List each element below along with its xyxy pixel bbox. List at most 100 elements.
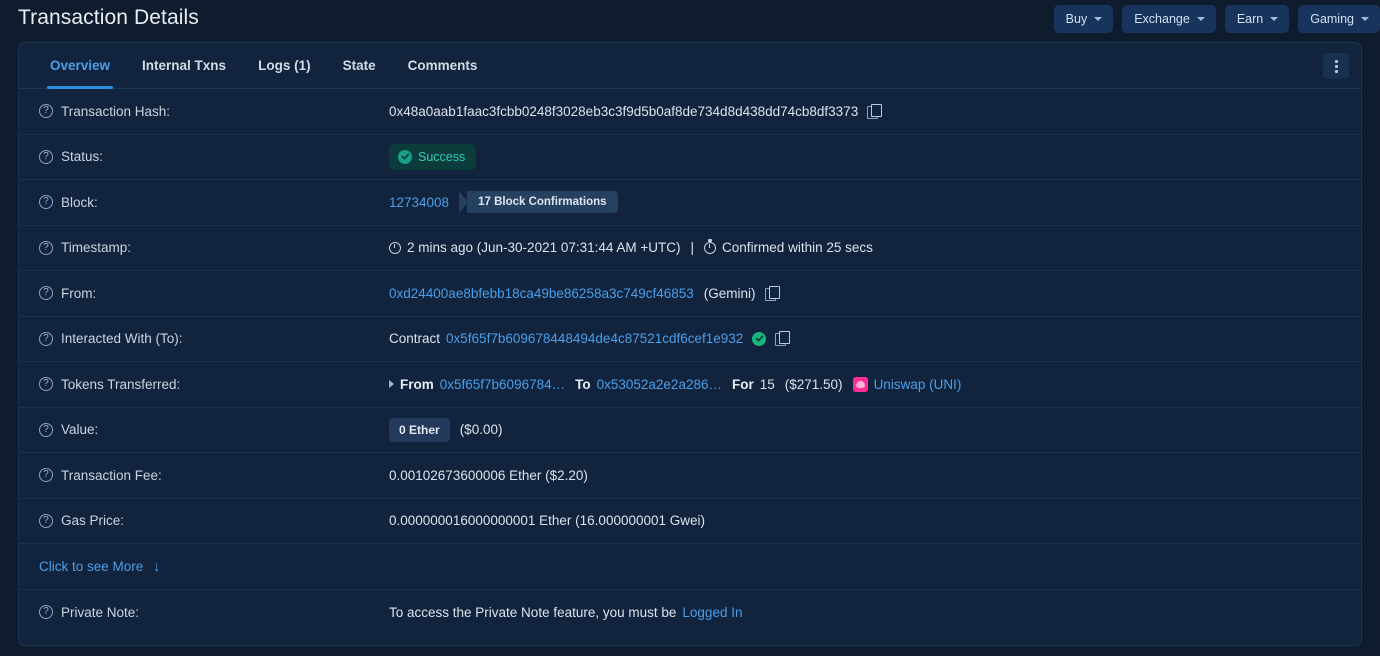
uniswap-token-icon [852, 376, 868, 392]
nav-button-label: Exchange [1134, 12, 1190, 26]
row-value: 0.000000016000000001 Ether (16.000000001… [389, 513, 1361, 528]
block-confirmations: 17 Block Confirmations [459, 191, 618, 214]
row-label: ? From: [39, 286, 389, 301]
verified-contract-icon [752, 331, 767, 346]
top-nav-buttons: Buy Exchange Earn Gaming [1053, 5, 1380, 33]
help-icon[interactable]: ? [39, 468, 53, 483]
tab-state[interactable]: State [327, 43, 392, 88]
copy-icon[interactable] [867, 103, 883, 119]
row-label: ? Transaction Hash: [39, 104, 389, 119]
chevron-down-icon [1361, 17, 1369, 21]
row-label-text: From: [61, 285, 97, 301]
row-from: ? From: 0xd24400ae8bfebb18ca49be86258a3c… [19, 271, 1361, 317]
help-icon[interactable]: ? [39, 513, 53, 528]
status-badge-label: Success [418, 149, 466, 164]
help-icon[interactable]: ? [39, 422, 53, 437]
confirmed-within-value: Confirmed within 25 secs [722, 240, 873, 256]
timestamp-separator: | [690, 240, 695, 256]
row-transaction-fee: ? Transaction Fee: 0.00102673600006 Ethe… [19, 453, 1361, 499]
row-label-text: Interacted With (To): [61, 331, 183, 347]
help-icon[interactable]: ? [39, 195, 53, 210]
tokens-fiat-value: ($271.50) [784, 376, 843, 392]
tokens-from-address-link[interactable]: 0x5f65f7b6096784… [440, 377, 565, 392]
tokens-amount: 15 [759, 376, 775, 392]
gas-price-value: 0.000000016000000001 Ether (16.000000001… [389, 513, 706, 529]
copy-icon[interactable] [775, 331, 791, 347]
kebab-dot [1334, 59, 1338, 63]
transaction-card: Overview Internal Txns Logs (1) State Co… [18, 42, 1362, 646]
row-label: ? Block: [39, 195, 389, 210]
chevron-down-icon [1270, 17, 1279, 21]
ether-value-fiat: ($0.00) [459, 422, 503, 438]
token-name-link[interactable]: Uniswap (UNI) [874, 377, 962, 392]
kebab-dot [1334, 64, 1338, 68]
details-rows: ? Transaction Hash: 0x48a0aab1faac3fcbb0… [19, 89, 1361, 635]
block-confirmations-label: 17 Block Confirmations [467, 191, 618, 214]
row-value: Contract 0x5f65f7b609678448494de4c87521c… [389, 331, 1361, 347]
alarm-clock-icon [704, 239, 717, 254]
logged-in-link[interactable]: Logged In [682, 605, 742, 620]
tab-logs[interactable]: Logs (1) [242, 43, 327, 88]
row-value: 12734008 17 Block Confirmations [389, 191, 1361, 214]
row-label-text: Private Note: [61, 604, 140, 620]
help-icon[interactable]: ? [39, 605, 53, 620]
tab-bar: Overview Internal Txns Logs (1) State Co… [19, 43, 1361, 89]
row-value: 0 Ether ($0.00) [389, 417, 1361, 442]
tokens-for-word: For [731, 376, 754, 392]
chevron-down-icon [1196, 17, 1205, 21]
row-label: ? Interacted With (To): [39, 331, 389, 346]
row-label-text: Gas Price: [61, 513, 125, 529]
row-value: 0x48a0aab1faac3fcbb0248f3028eb3c3f9d5b0a… [389, 103, 1361, 119]
transaction-details-page: Transaction Details Buy Exchange Earn Ga… [0, 0, 1380, 656]
row-label: ? Timestamp: [39, 240, 389, 255]
row-label: ? Value: [39, 422, 389, 437]
tab-internal-txns[interactable]: Internal Txns [126, 43, 242, 88]
tab-overview[interactable]: Overview [34, 43, 126, 89]
ether-value-chip: 0 Ether [389, 417, 450, 442]
row-label-text: Tokens Transferred: [61, 376, 181, 392]
row-interacted-with: ? Interacted With (To): Contract 0x5f65f… [19, 317, 1361, 362]
tokens-to-word: To [575, 376, 591, 392]
from-address-tag: (Gemini) [703, 285, 756, 301]
row-private-note: ? Private Note: To access the Private No… [19, 590, 1361, 636]
nav-button-label: Earn [1236, 12, 1264, 26]
block-number-link[interactable]: 12734008 [389, 195, 449, 210]
row-block: ? Block: 12734008 17 Block Confirmations [19, 180, 1361, 226]
row-label-text: Transaction Hash: [61, 103, 171, 119]
top-bar: Transaction Details Buy Exchange Earn Ga… [0, 0, 1380, 40]
kebab-menu-icon[interactable] [1323, 53, 1349, 79]
row-label: ? Transaction Fee: [39, 468, 389, 483]
help-icon[interactable]: ? [39, 149, 53, 164]
row-value: Success [389, 143, 1361, 170]
row-label-text: Transaction Fee: [61, 467, 162, 483]
from-address-link[interactable]: 0xd24400ae8bfebb18ca49be86258a3c749cf468… [389, 286, 694, 301]
row-label: ? Status: [39, 149, 389, 164]
row-label-text: Value: [61, 422, 99, 438]
copy-icon[interactable] [764, 285, 780, 301]
expand-triangle-icon[interactable] [389, 380, 394, 389]
transaction-fee-value: 0.00102673600006 Ether ($2.20) [389, 467, 588, 483]
row-label: ? Tokens Transferred: [39, 377, 389, 392]
help-icon[interactable]: ? [39, 377, 53, 392]
row-label: ? Private Note: [39, 605, 389, 620]
tokens-to-address-link[interactable]: 0x53052a2e2a286… [597, 377, 722, 392]
help-icon[interactable]: ? [39, 104, 53, 119]
row-value: 0.00102673600006 Ether ($2.20) [389, 468, 1361, 483]
nav-button-exchange[interactable]: Exchange [1122, 5, 1216, 33]
help-icon[interactable]: ? [39, 240, 53, 255]
nav-button-earn[interactable]: Earn [1224, 5, 1290, 33]
contract-address-link[interactable]: 0x5f65f7b609678448494de4c87521cdf6cef1e9… [446, 331, 743, 346]
nav-button-buy[interactable]: Buy [1053, 5, 1114, 33]
contract-prefix: Contract [389, 331, 441, 347]
row-tokens-transferred: ? Tokens Transferred: From 0x5f65f7b6096… [19, 362, 1361, 408]
page-title: Transaction Details [18, 6, 199, 29]
private-note-text: To access the Private Note feature, you … [389, 604, 677, 620]
row-label-text: Block: [61, 194, 98, 210]
see-more-button[interactable]: Click to see More ↓ [39, 559, 160, 574]
tab-comments[interactable]: Comments [392, 43, 494, 88]
nav-button-label: Gaming [1310, 12, 1354, 26]
help-icon[interactable]: ? [39, 286, 53, 301]
nav-button-gaming[interactable]: Gaming [1298, 5, 1380, 33]
row-label: ? Gas Price: [39, 513, 389, 528]
help-icon[interactable]: ? [39, 331, 53, 346]
